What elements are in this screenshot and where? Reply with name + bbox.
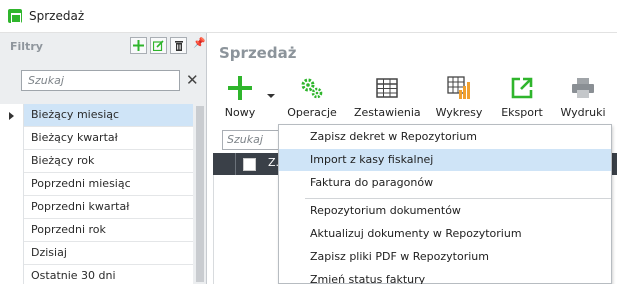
delete-filter-button[interactable] [170,37,187,54]
filter-item[interactable]: Bieżący miesiąc [0,104,193,127]
filter-item[interactable]: Bieżący kwartał [0,127,193,150]
filter-scrollbar[interactable] [194,104,206,284]
export-button-label: Eksport [501,106,543,119]
row-indicator-icon [9,112,14,120]
filter-item-label: Bieżący kwartał [31,131,118,144]
filter-item-label: Ostatnie 30 dni [31,269,116,282]
menu-item-save-pdf[interactable]: Zapisz pliki PDF w Repozytorium [279,246,611,268]
new-button-label: Nowy [224,106,256,119]
filters-panel: Filtry 📌 Szukaj ✕ Bieżący miesiąc Bieżąc… [0,33,207,284]
filters-header: Filtry [10,40,43,53]
edit-filter-button[interactable] [150,37,167,54]
menu-item-update-documents[interactable]: Aktualizuj dokumenty w Repozytorium [279,223,611,245]
operations-button[interactable]: Operacje [282,73,342,125]
menu-item-change-status[interactable]: Zmień status faktury [279,269,611,284]
filter-item-label: Bieżący miesiąc [31,108,120,121]
filter-item[interactable]: Poprzedni rok [0,219,193,242]
window-title: Sprzedaż [29,9,85,23]
filter-item-label: Poprzedni miesiąc [31,177,131,190]
menu-item-import-fiscal[interactable]: Import z kasy fiskalnej [279,149,611,171]
charts-button[interactable]: Wykresy [434,73,484,125]
menu-item-save-decree[interactable]: Zapisz dekret w Repozytorium [279,126,611,148]
select-all-checkbox[interactable] [243,158,256,171]
clear-search-icon[interactable]: ✕ [186,70,199,90]
filter-item[interactable]: Dzisiaj [0,242,193,265]
export-icon [511,77,533,99]
table-icon [376,78,398,98]
charts-button-label: Wykresy [435,106,483,119]
printer-icon [572,78,594,98]
print-button[interactable]: Wydruki [558,73,608,125]
filter-search-input[interactable]: Szukaj [21,70,180,91]
shop-icon [8,9,22,23]
filter-item-label: Bieżący rok [31,154,95,167]
gears-icon [301,78,323,99]
pin-icon[interactable]: 📌 [193,38,205,49]
edit-icon [153,40,164,51]
print-button-label: Wydruki [560,106,606,119]
new-button[interactable]: Nowy [220,73,260,125]
filter-item[interactable]: Bieżący rok [0,150,193,173]
add-icon [133,40,144,51]
operations-button-label: Operacje [287,106,337,119]
chevron-down-icon[interactable] [267,94,275,98]
filter-item-label: Dzisiaj [31,246,67,259]
add-filter-button[interactable] [130,37,147,54]
filter-item-label: Poprzedni kwartał [31,200,130,213]
reports-button-label: Zestawienia [354,106,421,119]
scroll-thumb[interactable] [196,106,204,282]
filter-item-label: Poprzedni rok [31,223,106,236]
chart-icon [447,76,470,99]
page-title: Sprzedaż [219,44,297,62]
filter-item[interactable]: Ostatnie 30 dni [0,265,193,284]
export-button[interactable]: Eksport [498,73,546,125]
menu-separator [305,198,611,199]
delete-icon [174,41,183,51]
context-menu: Zapisz dekret w Repozytorium Import z ka… [278,124,612,284]
filter-item[interactable]: Poprzedni miesiąc [0,173,193,196]
reports-button[interactable]: Zestawienia [354,73,421,125]
filter-list: Bieżący miesiąc Bieżący kwartał Bieżący … [0,104,193,284]
title-bar: Sprzedaż [0,0,617,33]
filter-item[interactable]: Poprzedni kwartał [0,196,193,219]
plus-icon [228,76,252,100]
menu-item-invoice-receipts[interactable]: Faktura do paragonów [279,172,611,194]
menu-item-document-repository[interactable]: Repozytorium dokumentów [279,200,611,222]
